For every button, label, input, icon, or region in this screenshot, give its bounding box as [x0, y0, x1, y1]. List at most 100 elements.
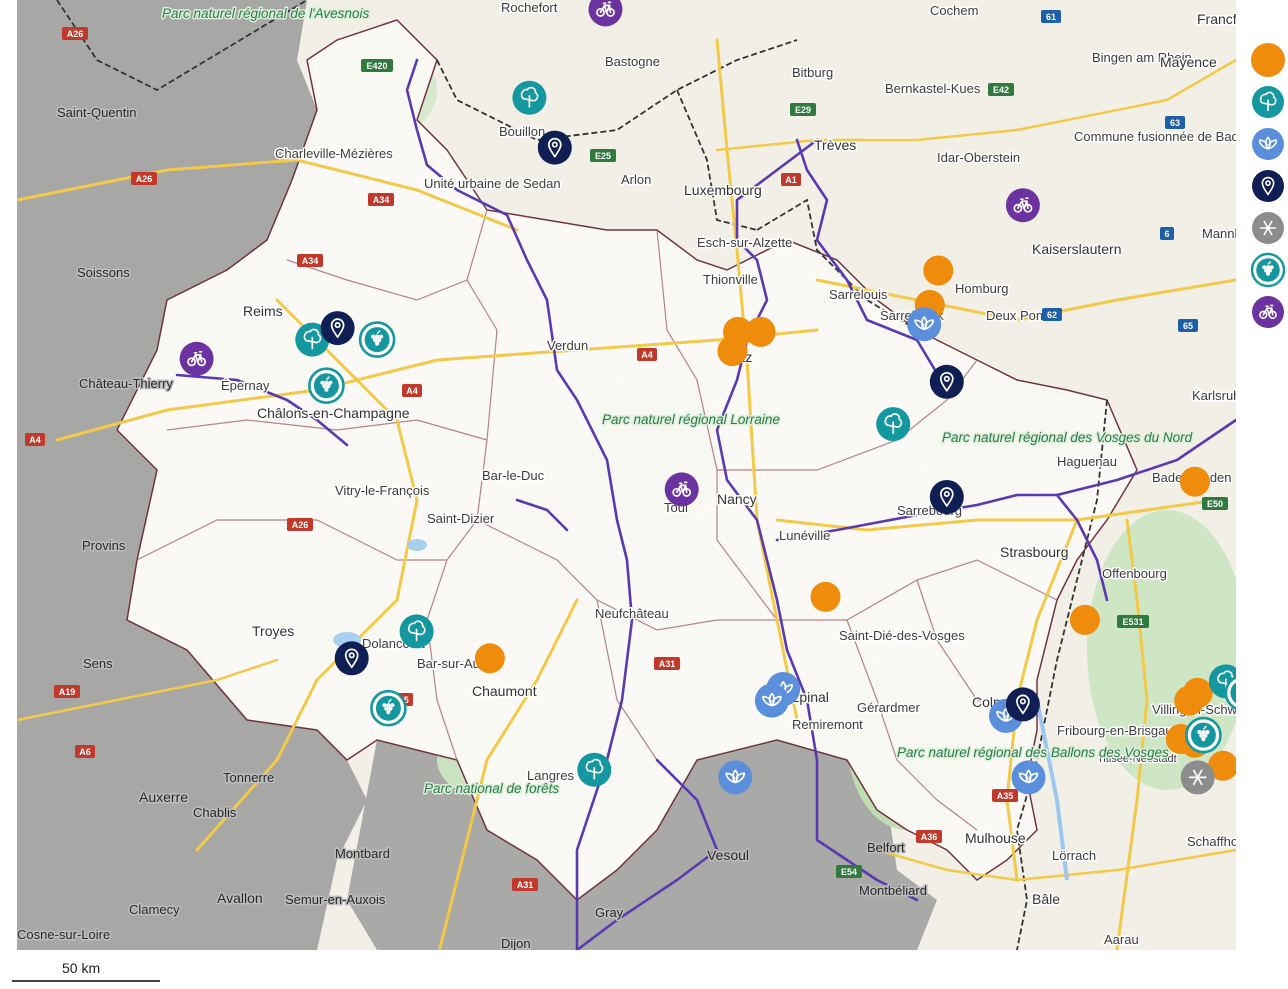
marker-bike-55[interactable]	[664, 472, 699, 507]
road-shield: A1	[781, 173, 801, 186]
label-city: Saint-Quentin	[57, 105, 137, 120]
road-shield: A26	[287, 518, 313, 531]
label-city: Gérardmer	[857, 700, 921, 715]
marker-pin-42[interactable]	[1005, 687, 1040, 722]
scale-label: 50 km	[62, 960, 101, 976]
location-pin-icon	[320, 311, 355, 346]
road-shield: A34	[297, 254, 323, 267]
marker-orange-3[interactable]	[923, 255, 954, 286]
marker-lotus-31[interactable]	[754, 683, 789, 718]
location-pin-icon	[929, 480, 964, 514]
marker-tree-23[interactable]	[876, 407, 911, 442]
marker-bike-54[interactable]	[179, 341, 214, 376]
label-city: Mannheim	[1202, 226, 1236, 241]
marker-grape-46[interactable]	[358, 321, 396, 358]
map-canvas[interactable]: Rochefort Cochem Bastogne Bitburg Bingen…	[17, 0, 1236, 950]
svg-text:63: 63	[1170, 118, 1180, 128]
road-shield: A35	[992, 789, 1018, 802]
marker-tree-26[interactable]	[577, 752, 612, 787]
road-shield: E50	[1202, 497, 1228, 510]
marker-tree-25[interactable]	[399, 614, 434, 649]
legend-item-lotus	[1252, 128, 1284, 160]
marker-orange-1[interactable]	[745, 316, 776, 347]
marker-pin-37[interactable]	[320, 311, 355, 346]
marker-orange-2[interactable]	[717, 336, 748, 367]
bicycle-icon	[664, 472, 699, 507]
road-shield: A26	[131, 172, 157, 185]
snowflake-icon	[1252, 212, 1284, 244]
location-pin-icon	[334, 641, 369, 676]
svg-text:A34: A34	[302, 256, 319, 266]
road-shield: A36	[916, 830, 942, 843]
orange-dot-icon	[810, 581, 841, 612]
scale-bar	[12, 980, 160, 982]
snowflake-icon	[1180, 760, 1215, 795]
svg-text:E54: E54	[841, 867, 857, 877]
marker-pin-39[interactable]	[929, 480, 964, 514]
label-city: Francfort	[1197, 11, 1236, 27]
marker-grape-51[interactable]	[370, 689, 407, 727]
grape-icon	[308, 367, 345, 405]
label-city: Homburg	[955, 281, 1008, 296]
label-city: Montbéliard	[859, 883, 927, 898]
svg-text:A31: A31	[517, 880, 534, 890]
label-city: Cochem	[930, 3, 978, 18]
marker-orange-16[interactable]	[1174, 685, 1205, 716]
marker-pin-41[interactable]	[334, 641, 369, 676]
marker-orange-5[interactable]	[1179, 466, 1210, 497]
road-shield: A4	[637, 348, 657, 361]
marker-tree-21[interactable]	[512, 80, 547, 115]
svg-text:65: 65	[1183, 321, 1193, 331]
orange-dot-icon	[1069, 604, 1100, 635]
marker-snow-45[interactable]	[1180, 760, 1215, 795]
road-shield: A4	[25, 433, 45, 446]
tree-icon	[399, 614, 434, 649]
road-shield: E54	[836, 865, 862, 878]
svg-text:A36: A36	[921, 832, 938, 842]
marker-lotus-33[interactable]	[718, 760, 753, 795]
svg-text:A34: A34	[373, 195, 390, 205]
marker-grape-47[interactable]	[308, 367, 345, 405]
label-city: Mayence	[1160, 54, 1217, 70]
label-city: Rochefort	[501, 0, 558, 15]
marker-orange-7[interactable]	[1069, 604, 1100, 635]
svg-text:A6: A6	[79, 747, 91, 757]
label-city: Château-Thierry	[79, 376, 173, 391]
marker-orange-6[interactable]	[810, 581, 841, 612]
marker-pin-38[interactable]	[929, 364, 964, 399]
marker-lotus-34[interactable]	[1011, 760, 1046, 795]
svg-text:A4: A4	[29, 435, 41, 445]
label-city: Mulhouse	[965, 830, 1026, 846]
marker-bike-53[interactable]	[1005, 188, 1040, 223]
label-city: Vesoul	[707, 847, 749, 863]
svg-text:A35: A35	[997, 791, 1014, 801]
label-city: Unité urbaine de Sedan	[424, 176, 561, 191]
marker-lotus-28[interactable]	[907, 307, 942, 342]
label-city: Montbard	[335, 846, 390, 861]
marker-orange-8[interactable]	[474, 643, 505, 674]
label-park: Parc naturel régional des Vosges du Nord	[942, 430, 1193, 445]
label-city: Saint-Dizier	[427, 511, 495, 526]
label-city: Esch-sur-Alzette	[697, 235, 792, 250]
svg-text:62: 62	[1047, 310, 1057, 320]
label-city: Verdun	[547, 338, 588, 353]
tree-icon	[876, 407, 911, 442]
label-city: Chablis	[193, 805, 237, 820]
location-pin-icon	[929, 364, 964, 399]
label-park: Parc naturel régional de l'Avesnois	[162, 6, 369, 21]
tree-icon	[577, 752, 612, 787]
label-city: Schaffhouse	[1187, 834, 1236, 849]
svg-text:E25: E25	[595, 151, 611, 161]
label-city: Sarrelouis	[829, 287, 888, 302]
legend-item-orange	[1251, 43, 1285, 77]
marker-grape-50[interactable]	[1185, 716, 1222, 754]
marker-pin-36[interactable]	[537, 130, 572, 165]
label-city: Commune fusionnée de Bad Kreuznach	[1074, 129, 1236, 144]
grape-icon	[1250, 252, 1286, 288]
road-shield: 6	[1160, 227, 1174, 240]
label-city: Épernay	[221, 378, 270, 393]
lotus-icon	[1011, 760, 1046, 795]
legend-item-grape	[1250, 252, 1286, 288]
svg-text:E29: E29	[795, 105, 811, 115]
orange-dot-icon	[923, 255, 954, 286]
